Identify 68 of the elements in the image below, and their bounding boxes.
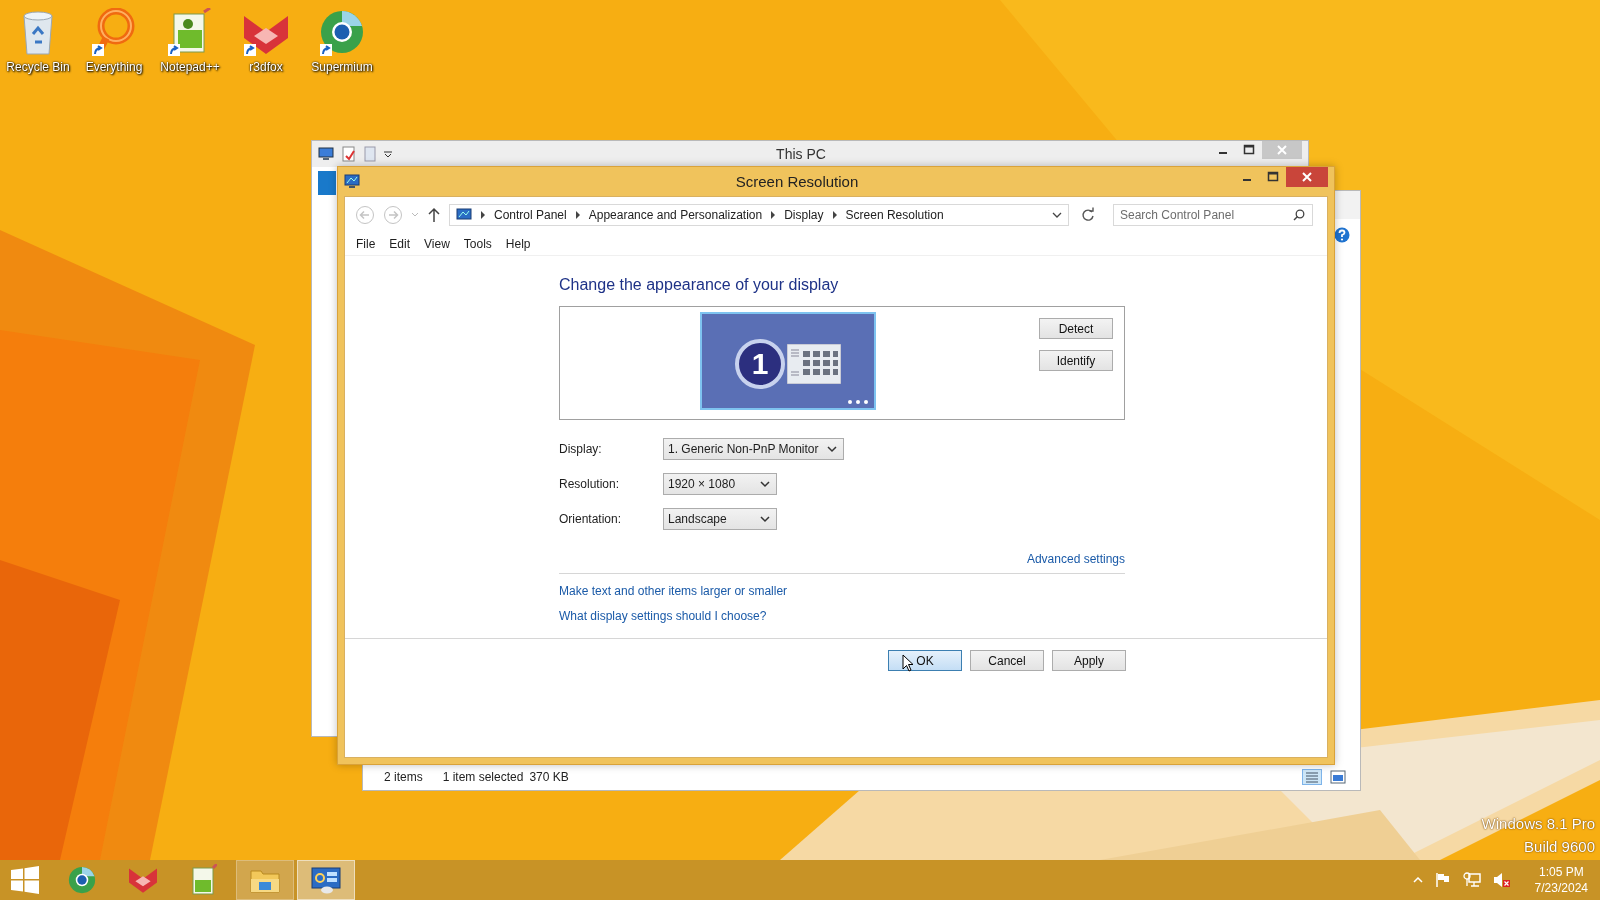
dropdown-icon[interactable]	[384, 150, 392, 158]
chevron-icon[interactable]	[574, 211, 581, 219]
caret-icon	[826, 445, 837, 453]
show-hidden-icons-icon[interactable]	[1412, 877, 1423, 883]
volume-muted-icon[interactable]	[1492, 872, 1511, 888]
field-label: Orientation:	[559, 512, 623, 526]
dropdown[interactable]: 1920 × 1080	[663, 473, 777, 495]
chevron-icon[interactable]	[831, 211, 838, 219]
advanced-settings-link[interactable]: Advanced settings	[1026, 552, 1125, 566]
os-version-text: Build 9600	[1524, 838, 1595, 855]
search-icon[interactable]	[1293, 209, 1305, 221]
caret-icon	[760, 515, 770, 523]
dropdown-icon[interactable]	[1052, 211, 1062, 219]
menu-item[interactable]: File	[349, 237, 383, 251]
control-panel-icon	[311, 866, 341, 894]
caret-icon	[760, 480, 770, 488]
computer-icon[interactable]	[318, 147, 334, 161]
taskbar-button[interactable]	[297, 860, 355, 900]
menu-item[interactable]: Edit	[382, 237, 418, 251]
help-link[interactable]: What display settings should I choose?	[559, 609, 767, 623]
status-selection: 1 item selected	[442, 770, 524, 784]
flag-icon[interactable]	[1434, 872, 1451, 888]
mouse-pointer-icon	[902, 654, 914, 672]
taskbar-button[interactable]	[236, 860, 294, 900]
status-item-count: 2 items	[384, 770, 423, 784]
menu-item[interactable]: Tools	[456, 237, 499, 251]
help-icon[interactable]	[1334, 227, 1350, 243]
search-field[interactable]: Search Control Panel	[1113, 204, 1313, 226]
breadcrumb-item[interactable]: Control Panel	[494, 208, 567, 222]
field-label: Display:	[559, 442, 603, 456]
chevron-icon[interactable]	[770, 211, 777, 219]
dialog-button[interactable]: Cancel	[970, 650, 1044, 671]
browser-icon[interactable]	[318, 8, 366, 56]
network-icon[interactable]	[1462, 872, 1481, 888]
monitor-tile[interactable]: 1	[700, 312, 876, 410]
page-heading: Change the appearance of your display	[559, 276, 840, 294]
windows-logo-icon	[11, 866, 39, 894]
window-title: Screen Resolution	[734, 173, 860, 190]
help-link[interactable]: Make text and other items larger or smaller	[559, 584, 788, 598]
properties-icon[interactable]	[342, 146, 356, 162]
display-icon[interactable]	[344, 174, 360, 188]
status-size: 370 KB	[529, 770, 569, 784]
control-panel-icon	[456, 208, 472, 222]
dots-icon	[848, 400, 868, 404]
window-title: This PC	[775, 146, 827, 162]
dialog-button[interactable]: OK	[888, 650, 962, 671]
dropdown[interactable]: Landscape	[663, 508, 777, 530]
breadcrumb-item[interactable]: Display	[784, 208, 824, 222]
large-icons-view-icon[interactable]	[1330, 770, 1346, 784]
fox-icon	[127, 866, 159, 894]
menu-item[interactable]: Help	[498, 237, 538, 251]
address-bar[interactable]: Control Panel Appearance and Personalization Display Screen Resolution	[449, 204, 1069, 226]
menu-item[interactable]: View	[417, 237, 457, 251]
up-arrow-icon[interactable]	[427, 207, 441, 223]
breadcrumb-item[interactable]: Appearance and Personalization	[588, 208, 763, 222]
close-icon[interactable]	[1286, 167, 1328, 187]
side-button[interactable]: Identify	[1039, 350, 1113, 371]
field-label: Resolution:	[559, 477, 621, 491]
side-button[interactable]: Detect	[1039, 318, 1113, 339]
app-grid-icon	[787, 344, 841, 384]
breadcrumb-item[interactable]: Screen Resolution	[845, 208, 944, 222]
browser-icon	[67, 865, 97, 895]
chevron-icon[interactable]	[480, 211, 486, 219]
monitor-number: 1	[735, 339, 785, 389]
folder-icon	[250, 867, 280, 893]
notepad-icon	[191, 864, 217, 896]
dialog-button[interactable]: Apply	[1052, 650, 1126, 671]
dropdown[interactable]: 1. Generic Non-PnP Monitor	[663, 438, 844, 460]
